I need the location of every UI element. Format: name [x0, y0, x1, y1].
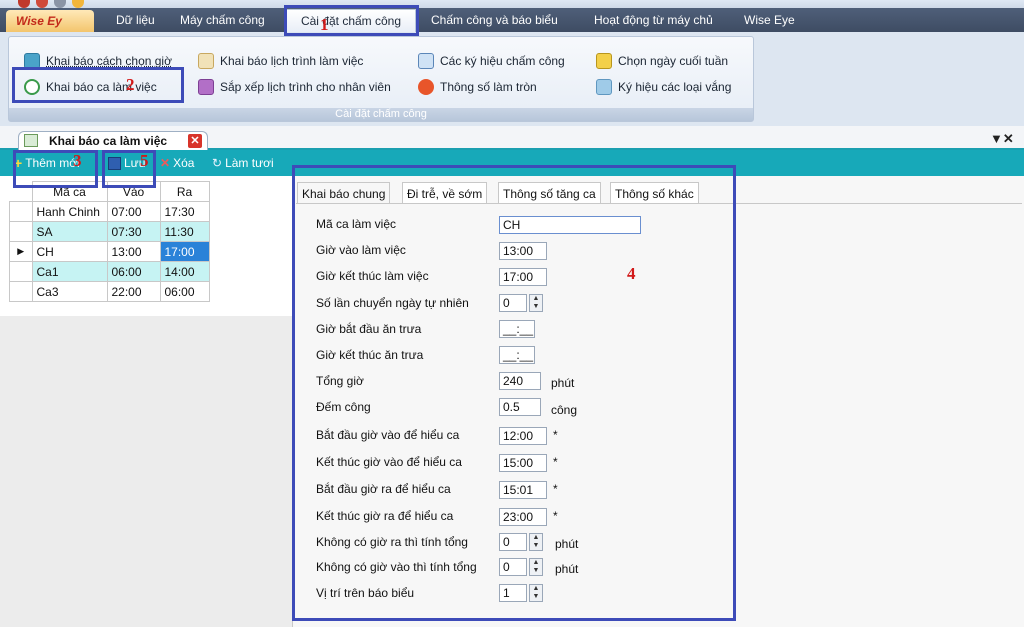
ribbon-button-label: Thông số làm tròn: [440, 80, 537, 94]
menu-may-cham-cong[interactable]: Máy chấm công: [180, 8, 265, 32]
ribbon-khai-bao-lich-trinh[interactable]: Khai báo lịch trình làm việc: [198, 52, 363, 70]
ribbon-sap-xep-lich-trinh[interactable]: Sắp xếp lịch trình cho nhân viên: [198, 78, 391, 96]
help-icon[interactable]: [72, 0, 84, 8]
annotation-number-1: 1: [320, 15, 329, 34]
ribbon-button-label: Khai báo lịch trình làm việc: [220, 54, 364, 68]
row-indicator: [9, 261, 33, 282]
menu-du-lieu[interactable]: Dữ liệu: [116, 8, 155, 32]
cell-ra[interactable]: 06:00: [159, 281, 210, 302]
annotation-number-2: 2: [126, 75, 135, 94]
cell-vao[interactable]: 07:00: [106, 201, 161, 222]
close-tab-icon[interactable]: ✕: [188, 134, 202, 148]
rounding-icon: [418, 79, 434, 95]
delete-icon: ✕: [160, 156, 171, 170]
menu-cham-cong-bao-bieu[interactable]: Chấm công và báo biểu: [431, 8, 558, 32]
ribbon-button-label: Ký hiệu các loại vắng: [618, 80, 732, 94]
shift-clock-icon: [24, 134, 38, 147]
table-row[interactable]: ▶ CH 13:00 17:00: [9, 241, 210, 262]
document-tab[interactable]: Khai báo ca làm việc: [18, 131, 208, 151]
quick-access-toolbar: [18, 0, 84, 8]
schedule-users-icon: [198, 79, 214, 95]
ribbon-thong-so-lam-tron[interactable]: Thông số làm tròn: [418, 78, 537, 96]
document-tab-label: Khai báo ca làm việc: [49, 134, 168, 148]
table-row[interactable]: Ca1 06:00 14:00: [9, 261, 210, 282]
delete-label: Xóa: [173, 156, 195, 170]
ribbon-button-label: Chọn ngày cuối tuần: [618, 54, 729, 68]
cell-vao[interactable]: 13:00: [106, 241, 161, 262]
cell-ma-ca[interactable]: SA: [31, 221, 108, 242]
row-indicator: [9, 281, 33, 302]
cell-ma-ca[interactable]: Ca3: [31, 281, 108, 302]
annotation-number-4: 4: [627, 264, 636, 283]
ribbon-ky-hieu-loai-vang[interactable]: Ký hiệu các loại vắng: [596, 78, 731, 96]
table-row[interactable]: Hanh Chinh 07:00 17:30: [9, 201, 210, 222]
refresh-icon: ↻: [212, 156, 223, 170]
cell-ma-ca[interactable]: Ca1: [31, 261, 108, 282]
absence-icon: [596, 79, 612, 95]
row-indicator: [9, 221, 33, 242]
table-row[interactable]: SA 07:30 11:30: [9, 221, 210, 242]
weekend-calendar-icon: [596, 53, 612, 69]
refresh-button[interactable]: ↻ Làm tươi: [212, 150, 274, 176]
cell-vao[interactable]: 07:30: [106, 221, 161, 242]
refresh-icon[interactable]: [36, 0, 48, 8]
table-row[interactable]: Ca3 22:00 06:00: [9, 281, 210, 302]
ribbon-cac-ky-hieu-cham-cong[interactable]: Các ký hiệu chấm công: [418, 52, 565, 70]
cell-vao[interactable]: 22:00: [106, 281, 161, 302]
annotation-box-4: [292, 165, 736, 621]
annotation-number-3: 3: [73, 151, 82, 170]
app-menu-button[interactable]: Wise Ey: [6, 10, 94, 32]
annotation-number-5: 5: [140, 151, 149, 170]
app-icon[interactable]: [18, 0, 30, 8]
current-row-indicator: ▶: [9, 241, 33, 262]
settings-icon[interactable]: [54, 0, 66, 8]
calendar-icon: [198, 53, 214, 69]
cell-ra[interactable]: 17:30: [159, 201, 210, 222]
ribbon-button-label: Các ký hiệu chấm công: [440, 54, 565, 68]
ribbon-button-label: Sắp xếp lịch trình cho nhân viên: [220, 80, 391, 94]
pin-close-icon[interactable]: ▼✕: [990, 131, 1014, 147]
menu-wise-eye[interactable]: Wise Eye: [744, 8, 795, 32]
cell-ma-ca[interactable]: Hanh Chinh: [31, 201, 108, 222]
delete-button[interactable]: ✕ Xóa: [160, 150, 194, 176]
cell-ra[interactable]: 14:00: [159, 261, 210, 282]
ribbon-chon-ngay-cuoi-tuan[interactable]: Chọn ngày cuối tuần: [596, 52, 728, 70]
cell-vao[interactable]: 06:00: [106, 261, 161, 282]
title-bar: [0, 0, 1024, 8]
row-indicator: [9, 201, 33, 222]
refresh-label: Làm tươi: [225, 156, 274, 170]
symbol-edit-icon: [418, 53, 434, 69]
cell-ra[interactable]: 11:30: [159, 221, 210, 242]
annotation-box-3: [13, 150, 98, 188]
cell-ra[interactable]: 17:00: [159, 241, 210, 262]
annotation-box-2: [12, 67, 184, 103]
shift-grid: Mã ca Vào Ra Hanh Chinh 07:00 17:30 SA 0…: [9, 181, 210, 302]
menu-hoat-dong-may-chu[interactable]: Hoạt động từ máy chủ: [594, 8, 713, 32]
column-header-ra[interactable]: Ra: [159, 181, 210, 202]
ribbon-group-caption: Cài đặt chấm công: [9, 108, 753, 121]
cell-ma-ca[interactable]: CH: [31, 241, 108, 262]
annotation-box-1: [284, 5, 419, 36]
